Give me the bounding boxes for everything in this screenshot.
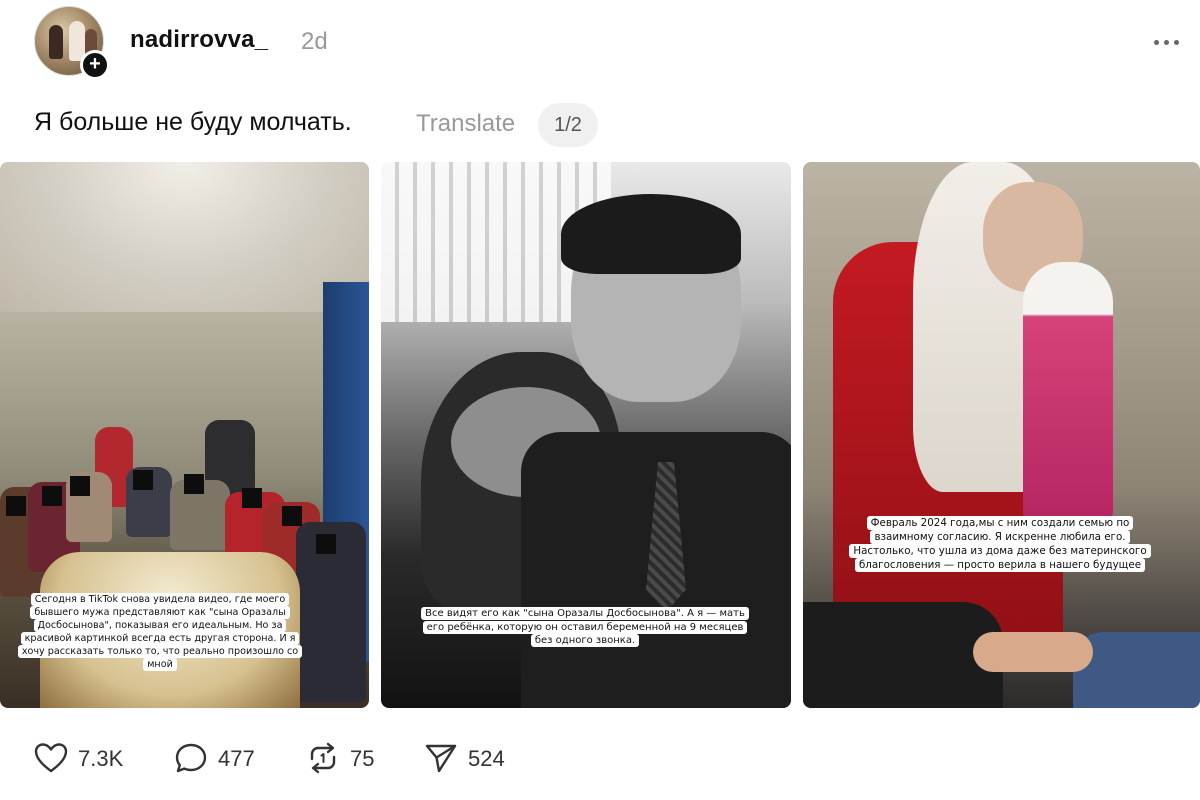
face-blur: [316, 534, 336, 554]
image-overlay-text: Все видят его как "сына Оразалы Досбосын…: [419, 607, 751, 648]
post-header: + nadirrovva_ 2d: [34, 6, 1182, 86]
face-blur: [70, 476, 90, 496]
follow-plus-icon[interactable]: +: [80, 50, 110, 80]
image-man-hair: [561, 194, 741, 274]
face-blur: [282, 506, 302, 526]
face-blur: [242, 488, 262, 508]
comment-button[interactable]: 477: [174, 738, 264, 778]
post-caption: Я больше не буду молчать.: [34, 108, 352, 136]
send-icon: [425, 744, 457, 773]
like-count: 7.3K: [78, 746, 124, 771]
repost-count: 75: [350, 746, 375, 771]
face-blur: [184, 474, 204, 494]
post-image-1[interactable]: Сегодня в TikTok снова увидела видео, гд…: [0, 162, 369, 708]
image-jeans: [1073, 632, 1200, 708]
face-blur: [42, 486, 62, 506]
comment-count: 477: [218, 746, 255, 771]
image-overlay-text: Февраль 2024 года,мы с ним создали семью…: [849, 516, 1151, 573]
translate-link[interactable]: Translate: [416, 110, 515, 138]
face-blur: [133, 470, 153, 490]
page-indicator: 1/2: [538, 103, 598, 147]
post-timestamp: 2d: [301, 28, 328, 55]
post-image-3[interactable]: Февраль 2024 года,мы с ним создали семью…: [803, 162, 1200, 708]
comment-bubble-icon: [175, 743, 207, 773]
overlay-text: Все видят его как "сына Оразалы Досбосын…: [421, 607, 749, 647]
avatar-figure: [49, 25, 63, 59]
image-held-hands: [973, 632, 1093, 672]
post-image-2[interactable]: Все видят его как "сына Оразалы Досбосын…: [381, 162, 791, 708]
heart-icon: [34, 743, 68, 773]
like-button[interactable]: 7.3K: [34, 738, 134, 778]
image-overlay-text: Сегодня в TikTok снова увидела видео, гд…: [12, 593, 308, 672]
image-child: [1023, 262, 1113, 522]
more-horizontal-icon[interactable]: [1152, 32, 1182, 52]
share-count: 524: [468, 746, 505, 771]
repost-icon: [310, 742, 336, 774]
image-ceiling: [0, 162, 369, 312]
username[interactable]: nadirrovva_: [130, 26, 268, 54]
face-blur: [6, 496, 26, 516]
share-button[interactable]: 524: [424, 738, 524, 778]
overlay-text: Февраль 2024 года,мы с ним создали семью…: [849, 516, 1151, 572]
repost-button[interactable]: 75: [306, 738, 386, 778]
overlay-text: Сегодня в TikTok снова увидела видео, гд…: [17, 593, 303, 671]
